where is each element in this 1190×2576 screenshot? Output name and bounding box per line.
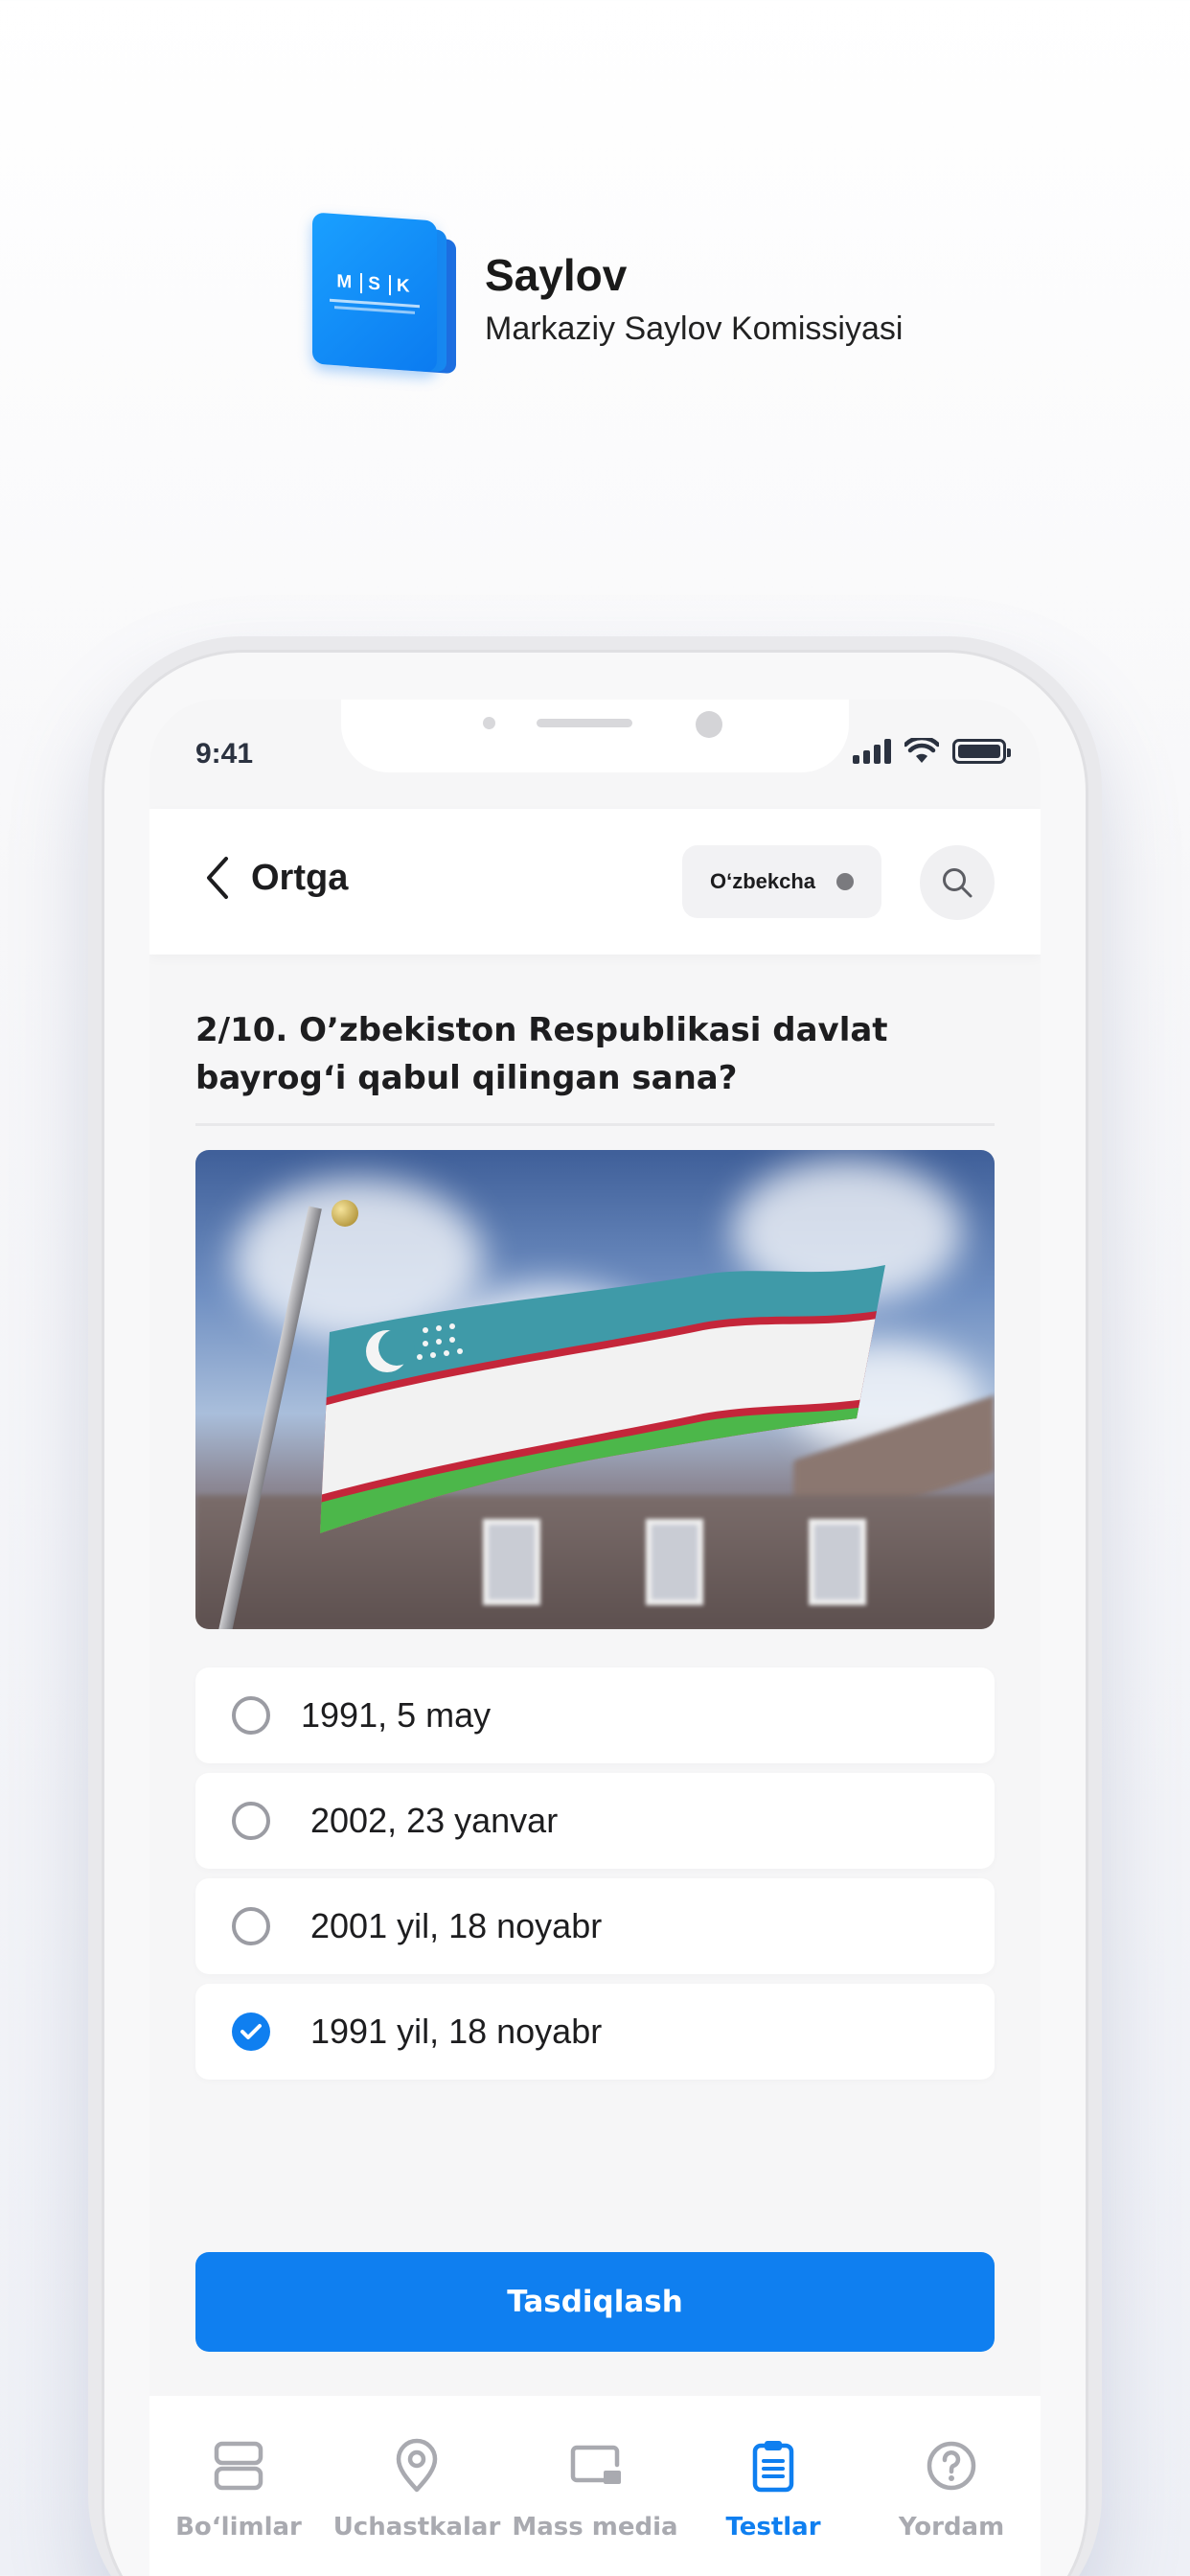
tab-label: Mass media [512, 2513, 678, 2542]
tab-label: Testlar [725, 2513, 821, 2542]
nav-bar: Ortga O‘zbekcha [149, 809, 1041, 954]
answer-option-2[interactable]: 2002, 23 yanvar [195, 1773, 995, 1869]
tab-bar: Bo‘limlar Uchastkalar Mass media Testlar [149, 2396, 1041, 2576]
battery-icon [952, 739, 1011, 764]
brand-subtitle: Markaziy Saylov Komissiyasi [485, 310, 904, 347]
sections-icon [214, 2441, 263, 2491]
tab-sections[interactable]: Bo‘limlar [149, 2436, 328, 2576]
tab-tests[interactable]: Testlar [684, 2436, 862, 2576]
tab-help[interactable]: Yordam [862, 2436, 1041, 2576]
answer-option-4[interactable]: 1991 yil, 18 noyabr [195, 1984, 995, 2080]
tab-label: Bo‘limlar [175, 2513, 302, 2542]
brand-header: MSK Saylov Markaziy Saylov Komissiyasi [312, 212, 904, 380]
answer-option-3[interactable]: 2001 yil, 18 noyabr [195, 1878, 995, 1974]
status-time: 9:41 [195, 738, 254, 770]
tab-mass-media[interactable]: Mass media [506, 2436, 684, 2576]
question-image-flag [195, 1150, 995, 1629]
language-indicator-dot [836, 873, 855, 890]
radio-unchecked-icon[interactable] [232, 1802, 270, 1840]
tab-stations[interactable]: Uchastkalar [328, 2436, 506, 2576]
radio-checked-icon[interactable] [232, 2012, 270, 2051]
answer-label: 2002, 23 yanvar [310, 1801, 559, 1840]
msk-logo: MSK [312, 212, 456, 380]
location-pin-icon [396, 2438, 438, 2493]
answer-label: 2001 yil, 18 noyabr [310, 1906, 603, 1945]
back-button[interactable]: Ortga [203, 855, 348, 901]
search-button[interactable] [920, 845, 995, 920]
answer-label: 1991 yil, 18 noyabr [310, 2012, 603, 2051]
answer-option-1[interactable]: 1991, 5 may [195, 1668, 995, 1763]
cellular-signal-icon [853, 739, 891, 764]
question-divider [195, 1123, 995, 1126]
help-icon [927, 2441, 976, 2491]
back-label: Ortga [251, 857, 349, 898]
phone-screen: 9:41 Ortga O‘zbekcha 2/10. O’zbekiston R… [149, 700, 1041, 2576]
tab-label: Uchastkalar [332, 2513, 501, 2542]
radio-unchecked-icon[interactable] [232, 1696, 270, 1735]
wifi-icon [904, 738, 939, 763]
phone-notch [341, 700, 849, 772]
answer-label: 1991, 5 may [301, 1695, 492, 1735]
confirm-button[interactable]: Tasdiqlash [195, 2252, 995, 2352]
tab-label: Yordam [898, 2513, 1005, 2542]
chevron-left-icon [207, 857, 228, 899]
brand-title: Saylov [485, 249, 628, 300]
language-label: O‘zbekcha [709, 869, 816, 893]
language-selector[interactable]: O‘zbekcha [682, 845, 881, 918]
search-icon [943, 868, 973, 898]
question-text: 2/10. O’zbekiston Respublikasi davlat ba… [195, 1011, 888, 1097]
radio-unchecked-icon[interactable] [232, 1907, 270, 1945]
media-icon [570, 2445, 621, 2484]
answer-options: 1991, 5 may 2002, 23 yanvar 2001 yil, 18… [195, 1668, 995, 2089]
clipboard-icon [752, 2441, 794, 2493]
